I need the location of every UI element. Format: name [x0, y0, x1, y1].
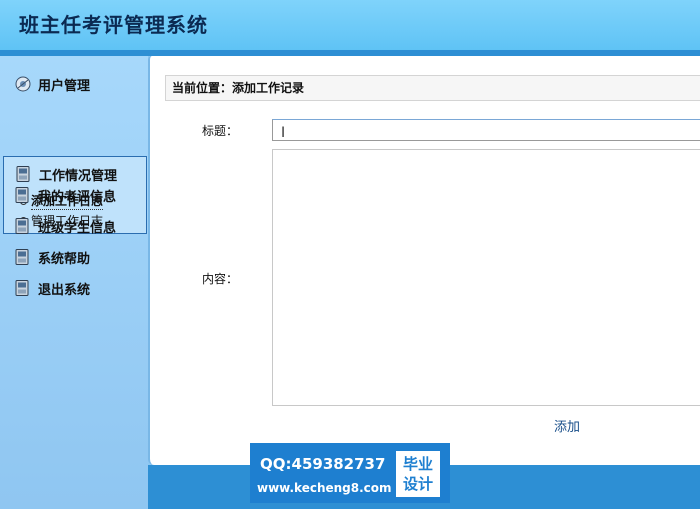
- phone-icon: [15, 249, 29, 265]
- sidebar-item-label: 退出系统: [38, 282, 91, 298]
- watermark-badge-line2: 设计: [402, 475, 433, 493]
- content-label: 内容：: [202, 272, 239, 286]
- sidebar-item-user-management[interactable]: 用户管理: [0, 71, 148, 97]
- watermark: QQ:459382737 www.kecheng8.com 毕业 设计: [250, 443, 450, 503]
- sidebar-item-label: 系统帮助: [38, 251, 91, 267]
- sidebar-item-label: 班级学生信息: [38, 220, 117, 236]
- watermark-url: www.kecheng8.com: [257, 481, 392, 495]
- phone-icon: [15, 187, 29, 203]
- sidebar: 用户管理 工作情况管理 添加工作日志 管理工作日志 我的考评信息 班级学生信息: [0, 56, 148, 509]
- sidebar-item-class-students[interactable]: 班级学生信息: [0, 213, 148, 239]
- app-title: 班主任考评管理系统: [19, 13, 208, 37]
- sidebar-item-label: 我的考评信息: [38, 189, 117, 205]
- title-input[interactable]: [272, 119, 700, 141]
- main-panel: 当前位置：添加工作记录 标题： Ι 内容： 添加: [148, 56, 700, 465]
- content-textarea[interactable]: [272, 149, 700, 406]
- add-button[interactable]: 添加: [554, 416, 580, 435]
- sidebar-item-label: 工作情况管理: [39, 168, 118, 184]
- sidebar-item-my-evaluation[interactable]: 我的考评信息: [0, 182, 148, 208]
- sidebar-item-help[interactable]: 系统帮助: [0, 244, 148, 270]
- text-cursor-icon: Ι: [281, 125, 286, 141]
- user-globe-icon: [15, 76, 31, 92]
- watermark-badge-line1: 毕业: [402, 455, 433, 473]
- watermark-badge: 毕业 设计: [396, 451, 440, 497]
- phone-icon: [15, 280, 29, 296]
- breadcrumb: 当前位置：添加工作记录: [165, 75, 700, 101]
- watermark-qq: QQ:459382737: [260, 455, 386, 473]
- phone-icon: [16, 166, 30, 182]
- phone-icon: [15, 218, 29, 234]
- sidebar-item-label: 用户管理: [38, 78, 91, 94]
- app-header: 班主任考评管理系统: [0, 0, 700, 50]
- title-label: 标题：: [202, 124, 239, 138]
- sidebar-item-logout[interactable]: 退出系统: [0, 275, 148, 301]
